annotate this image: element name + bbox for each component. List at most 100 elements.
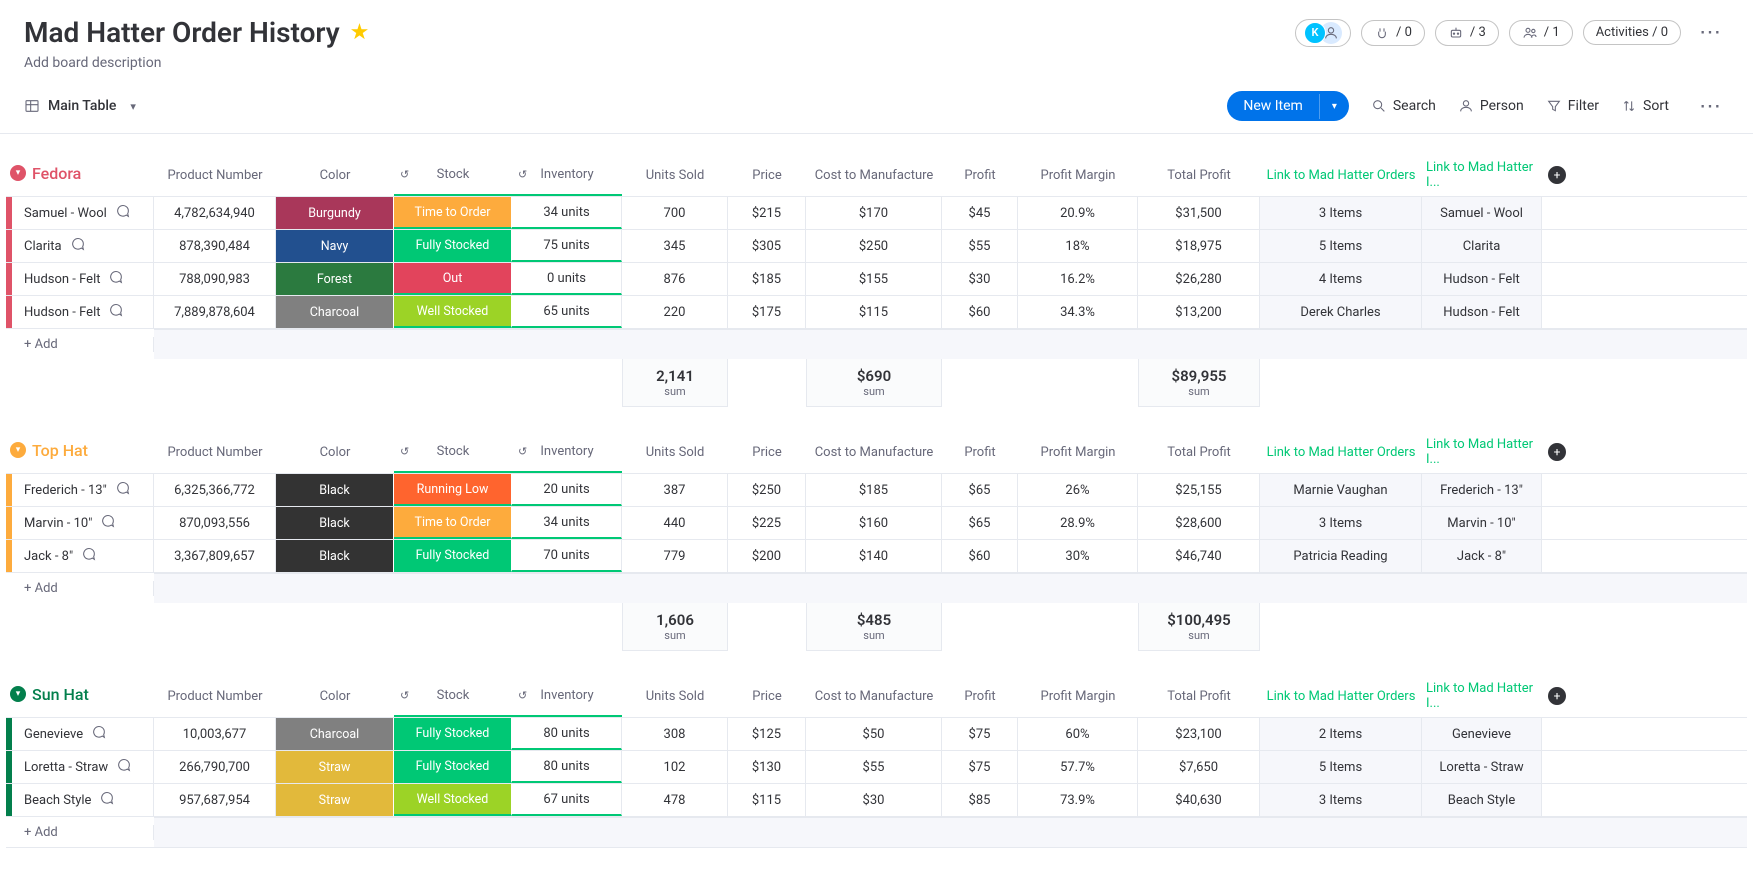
column-header-total_profit[interactable]: Total Profit	[1138, 431, 1260, 473]
profit-cell[interactable]: $65	[942, 474, 1018, 506]
price-cell[interactable]: $215	[728, 197, 806, 229]
product-number-cell[interactable]: 266,790,700	[154, 751, 276, 783]
column-header-units_sold[interactable]: Units Sold	[622, 154, 728, 196]
color-cell[interactable]: Navy	[276, 230, 394, 262]
units-sold-cell[interactable]: 345	[622, 230, 728, 262]
margin-cell[interactable]: 60%	[1018, 718, 1138, 750]
cost-cell[interactable]: $185	[806, 474, 942, 506]
margin-cell[interactable]: 73.9%	[1018, 784, 1138, 816]
column-header-product_number[interactable]: Product Number	[154, 431, 276, 473]
table-row[interactable]: Hudson - Felt788,090,983ForestOut0 units…	[6, 262, 1747, 295]
column-header-link2[interactable]: Link to Mad Hatter I...	[1422, 675, 1542, 717]
total-profit-cell[interactable]: $40,630	[1138, 784, 1260, 816]
product-number-cell[interactable]: 4,782,634,940	[154, 197, 276, 229]
link-orders-cell[interactable]: 3 Items	[1260, 507, 1422, 539]
link-orders-cell[interactable]: 5 Items	[1260, 230, 1422, 262]
column-header-price[interactable]: Price	[728, 431, 806, 473]
item-name-cell[interactable]: Hudson - Felt	[12, 296, 154, 328]
link-inventory-cell[interactable]: Genevieve	[1422, 718, 1542, 750]
column-header-profit[interactable]: Profit	[942, 675, 1018, 717]
profit-cell[interactable]: $60	[942, 296, 1018, 328]
color-cell[interactable]: Black	[276, 540, 394, 572]
margin-cell[interactable]: 28.9%	[1018, 507, 1138, 539]
product-number-cell[interactable]: 10,003,677	[154, 718, 276, 750]
units-sold-cell[interactable]: 700	[622, 197, 728, 229]
table-row[interactable]: Loretta - Straw266,790,700StrawFully Sto…	[6, 750, 1747, 783]
group-header[interactable]: ▾Top Hat	[6, 431, 154, 473]
link-inventory-cell[interactable]: Hudson - Felt	[1422, 296, 1542, 328]
view-tab-main-table[interactable]: Main Table ▾	[24, 98, 136, 114]
stock-cell[interactable]: Out	[394, 263, 512, 295]
color-cell[interactable]: Charcoal	[276, 718, 394, 750]
group-collapse-toggle[interactable]: ▾	[10, 165, 26, 181]
table-row[interactable]: Jack - 8"3,367,809,657BlackFully Stocked…	[6, 539, 1747, 572]
inventory-cell[interactable]: 20 units	[512, 474, 622, 506]
inventory-cell[interactable]: 0 units	[512, 263, 622, 295]
link-inventory-cell[interactable]: Jack - 8"	[1422, 540, 1542, 572]
column-header-margin[interactable]: Profit Margin	[1018, 154, 1138, 196]
units-sold-cell[interactable]: 308	[622, 718, 728, 750]
profit-cell[interactable]: $85	[942, 784, 1018, 816]
column-header-cost[interactable]: Cost to Manufacture	[806, 675, 942, 717]
sort-button[interactable]: Sort	[1621, 98, 1669, 114]
inventory-cell[interactable]: 67 units	[512, 784, 622, 816]
price-cell[interactable]: $125	[728, 718, 806, 750]
table-row[interactable]: Beach Style957,687,954StrawWell Stocked6…	[6, 783, 1747, 816]
product-number-cell[interactable]: 957,687,954	[154, 784, 276, 816]
link-orders-cell[interactable]: 5 Items	[1260, 751, 1422, 783]
total-profit-cell[interactable]: $23,100	[1138, 718, 1260, 750]
link-orders-cell[interactable]: 3 Items	[1260, 784, 1422, 816]
color-cell[interactable]: Burgundy	[276, 197, 394, 229]
column-header-profit[interactable]: Profit	[942, 154, 1018, 196]
members-pill[interactable]: / 1	[1509, 20, 1573, 46]
profit-cell[interactable]: $65	[942, 507, 1018, 539]
cost-cell[interactable]: $55	[806, 751, 942, 783]
total-profit-cell[interactable]: $26,280	[1138, 263, 1260, 295]
group-collapse-toggle[interactable]: ▾	[10, 442, 26, 458]
units-sold-cell[interactable]: 387	[622, 474, 728, 506]
price-cell[interactable]: $250	[728, 474, 806, 506]
table-row[interactable]: Hudson - Felt7,889,878,604CharcoalWell S…	[6, 295, 1747, 328]
column-header-profit[interactable]: Profit	[942, 431, 1018, 473]
item-name-cell[interactable]: Clarita	[12, 230, 154, 262]
price-cell[interactable]: $225	[728, 507, 806, 539]
inventory-cell[interactable]: 80 units	[512, 718, 622, 750]
stock-cell[interactable]: Fully Stocked	[394, 540, 512, 572]
chat-icon[interactable]	[99, 790, 115, 810]
total-profit-cell[interactable]: $31,500	[1138, 197, 1260, 229]
color-cell[interactable]: Straw	[276, 751, 394, 783]
integrations-pill[interactable]: / 0	[1361, 20, 1425, 46]
price-cell[interactable]: $175	[728, 296, 806, 328]
color-cell[interactable]: Forest	[276, 263, 394, 295]
product-number-cell[interactable]: 6,325,366,772	[154, 474, 276, 506]
cost-cell[interactable]: $140	[806, 540, 942, 572]
price-cell[interactable]: $305	[728, 230, 806, 262]
chat-icon[interactable]	[108, 269, 124, 289]
column-header-price[interactable]: Price	[728, 675, 806, 717]
link-inventory-cell[interactable]: Loretta - Straw	[1422, 751, 1542, 783]
board-more-icon[interactable]: ⋯	[1691, 20, 1729, 45]
column-header-product_number[interactable]: Product Number	[154, 675, 276, 717]
units-sold-cell[interactable]: 440	[622, 507, 728, 539]
column-header-total_profit[interactable]: Total Profit	[1138, 154, 1260, 196]
inventory-cell[interactable]: 75 units	[512, 230, 622, 262]
stock-cell[interactable]: Well Stocked	[394, 296, 512, 328]
item-name-cell[interactable]: Beach Style	[12, 784, 154, 816]
board-title[interactable]: Mad Hatter Order History	[24, 16, 340, 49]
product-number-cell[interactable]: 878,390,484	[154, 230, 276, 262]
table-row[interactable]: Samuel - Wool4,782,634,940BurgundyTime t…	[6, 196, 1747, 229]
column-header-units_sold[interactable]: Units Sold	[622, 431, 728, 473]
link-inventory-cell[interactable]: Beach Style	[1422, 784, 1542, 816]
column-header-cost[interactable]: Cost to Manufacture	[806, 154, 942, 196]
stock-cell[interactable]: Running Low	[394, 474, 512, 506]
chat-icon[interactable]	[91, 724, 107, 744]
column-header-price[interactable]: Price	[728, 154, 806, 196]
margin-cell[interactable]: 30%	[1018, 540, 1138, 572]
add-item-row[interactable]: + Add	[6, 572, 1747, 603]
person-filter-button[interactable]: Person	[1458, 98, 1524, 114]
add-item-label[interactable]: + Add	[12, 337, 154, 352]
price-cell[interactable]: $115	[728, 784, 806, 816]
margin-cell[interactable]: 18%	[1018, 230, 1138, 262]
chat-icon[interactable]	[81, 546, 97, 566]
add-column-button[interactable]: +	[1542, 154, 1572, 196]
